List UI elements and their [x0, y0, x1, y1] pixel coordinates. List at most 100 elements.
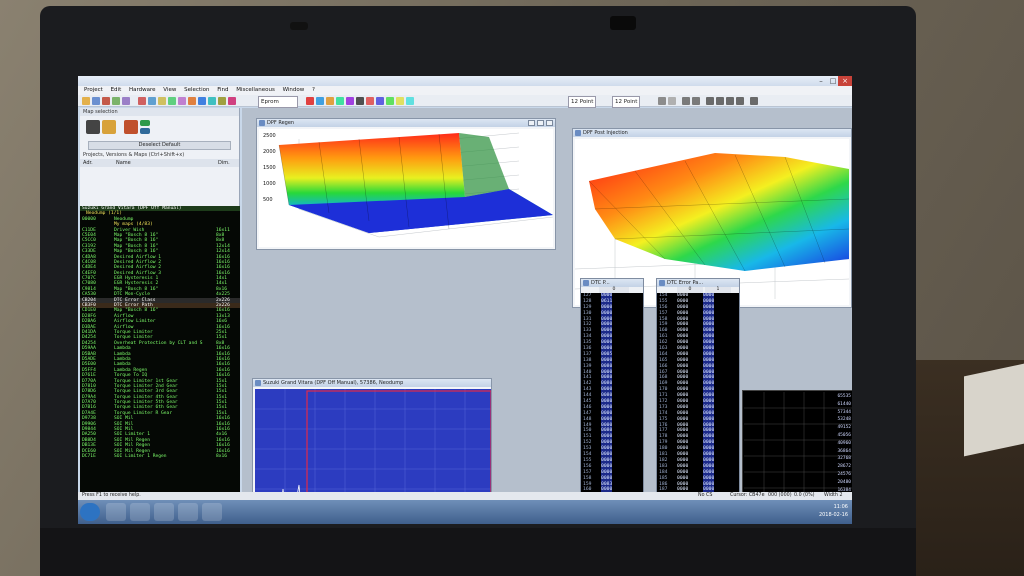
- arrow-left-icon[interactable]: [726, 97, 734, 105]
- status-hex: 000 (000): [768, 493, 792, 498]
- copy-icon[interactable]: [112, 97, 120, 105]
- redo-icon[interactable]: [148, 97, 156, 105]
- dtc-hex-title: DTC P...: [591, 280, 610, 286]
- width-icon[interactable]: [356, 97, 364, 105]
- lohi-icon[interactable]: [346, 97, 354, 105]
- view-text-icon[interactable]: [208, 97, 216, 105]
- find-icon[interactable]: [158, 97, 166, 105]
- z-tick-3: 1000: [263, 181, 276, 187]
- deselect-default-button[interactable]: Deselect Default: [88, 141, 231, 150]
- save-icon[interactable]: [92, 97, 100, 105]
- dpf-regen-3d-plot[interactable]: 2500 2000 1500 1000 500: [259, 129, 553, 247]
- y-tick-label: 32768: [837, 456, 851, 462]
- remove-icon[interactable]: [140, 128, 150, 134]
- arrow-right-icon[interactable]: [736, 97, 744, 105]
- close-icon[interactable]: ×: [838, 76, 852, 86]
- checksum-icon[interactable]: [178, 97, 186, 105]
- new-project-icon[interactable]: [86, 120, 100, 134]
- plus-icon[interactable]: [366, 97, 374, 105]
- panel-title: Map selection: [80, 108, 239, 116]
- dec-mode-icon[interactable]: [316, 97, 324, 105]
- undo-icon[interactable]: [138, 97, 146, 105]
- menu-window[interactable]: Window: [283, 86, 305, 95]
- view-2d-icon[interactable]: [188, 97, 196, 105]
- import-map-icon[interactable]: [124, 120, 138, 134]
- add-icon[interactable]: [140, 120, 150, 126]
- window-title: DPF Post Injection: [573, 129, 851, 137]
- col-address[interactable]: Adr.: [83, 159, 93, 167]
- table-icon: [659, 280, 665, 286]
- map-selection-panel: Map selection Deselect Default Projects,…: [80, 108, 240, 512]
- eprom-select[interactable]: Eprom: [258, 96, 298, 108]
- hex-mode-icon[interactable]: [306, 97, 314, 105]
- set-value-icon[interactable]: [406, 97, 414, 105]
- window-title: DTC P...: [581, 279, 643, 287]
- menu-selection[interactable]: Selection: [184, 86, 209, 95]
- arrow-up-icon[interactable]: [706, 97, 714, 105]
- explorer-taskbar-icon[interactable]: [106, 503, 126, 521]
- map-row[interactable]: DC71E SOI Limiter 1 Regen 8x16: [80, 454, 240, 459]
- chrome-taskbar-icon[interactable]: [178, 503, 198, 521]
- map-2d-graph[interactable]: [255, 389, 491, 509]
- export-icon[interactable]: [228, 97, 236, 105]
- view-3d-icon[interactable]: [198, 97, 206, 105]
- y-tick-label: 53248: [837, 417, 851, 423]
- rotate-icon[interactable]: [750, 97, 758, 105]
- status-width: Width 2: [824, 493, 843, 498]
- map-icon: [255, 380, 261, 386]
- col-name[interactable]: Name: [116, 159, 131, 167]
- compare-icon[interactable]: [168, 97, 176, 105]
- zoom-out-icon[interactable]: [692, 97, 700, 105]
- menu-hardware[interactable]: Hardware: [129, 86, 156, 95]
- multiply-icon[interactable]: [396, 97, 404, 105]
- menu-bar: Project Edit Hardware View Selection Fin…: [78, 86, 852, 95]
- map-list[interactable]: Suzuki Grand Vitara (DPF Off Manual) Neo…: [80, 206, 240, 508]
- font-size-select-2[interactable]: 12 Point: [612, 96, 640, 108]
- panel-toolbar: [80, 116, 239, 140]
- print-icon[interactable]: [658, 97, 666, 105]
- menu-edit[interactable]: Edit: [111, 86, 122, 95]
- bits-icon[interactable]: [336, 97, 344, 105]
- ecu-app-taskbar-icon[interactable]: [202, 503, 222, 521]
- map-list-header: Adr. Name Dim.: [80, 159, 239, 167]
- y-tick-label: 24576: [837, 472, 851, 477]
- firefox-taskbar-icon[interactable]: [154, 503, 174, 521]
- y-tick-label: 49152: [837, 425, 851, 431]
- minus-icon[interactable]: [376, 97, 384, 105]
- dpf-regen-title: DPF Regen: [267, 120, 295, 126]
- paste-icon[interactable]: [122, 97, 130, 105]
- y-tick-label: 40960: [837, 440, 851, 446]
- properties-icon[interactable]: [668, 97, 676, 105]
- menu-miscellaneous[interactable]: Miscellaneous: [236, 86, 275, 95]
- cut-icon[interactable]: [102, 97, 110, 105]
- dpf-regen-window[interactable]: DPF Regen 2500 2000 1500 1000 500: [256, 118, 556, 250]
- system-tray-clock[interactable]: 11:06 2018-02-16: [819, 503, 848, 519]
- start-button[interactable]: [80, 503, 100, 521]
- menu-help[interactable]: ?: [312, 86, 315, 95]
- map-icon: [575, 130, 581, 136]
- sign-icon[interactable]: [326, 97, 334, 105]
- open-folder-icon[interactable]: [102, 120, 116, 134]
- dtc-hex-window[interactable]: DTC P... 0 127 0000 128 0611 129 0000 130 0000 1…: [580, 278, 644, 512]
- menu-view[interactable]: View: [163, 86, 176, 95]
- col-dim[interactable]: Dim.: [218, 159, 230, 167]
- media-taskbar-icon[interactable]: [130, 503, 150, 521]
- map-address: DC71E: [82, 453, 96, 459]
- percent-icon[interactable]: [386, 97, 394, 105]
- import-icon[interactable]: [218, 97, 226, 105]
- open-icon[interactable]: [82, 97, 90, 105]
- menu-find[interactable]: Find: [217, 86, 228, 95]
- zoom-in-icon[interactable]: [682, 97, 690, 105]
- font-size-select-1[interactable]: 12 Point: [568, 96, 596, 108]
- dtc-hex-table[interactable]: 127 0000 128 0611 129 0000 130 0000 131 0000 132 00…: [581, 293, 643, 511]
- dtc-error-path-table[interactable]: 154 0000 0000 155 0000 0000 156 0000 0000 157 0000…: [657, 293, 739, 511]
- arrow-down-icon[interactable]: [716, 97, 724, 105]
- close-icon[interactable]: [546, 120, 553, 126]
- dtc-error-path-window[interactable]: DTC Error Pa... 0 1 154 0000 0000 155 0000 00…: [656, 278, 740, 512]
- laptop-chin: [40, 528, 916, 576]
- status-diff: 0.0 (0%): [794, 493, 815, 498]
- minimize-icon[interactable]: [528, 120, 535, 126]
- dpf-post-injection-title: DPF Post Injection: [583, 130, 628, 136]
- maximize-icon[interactable]: [537, 120, 544, 126]
- menu-project[interactable]: Project: [84, 86, 103, 95]
